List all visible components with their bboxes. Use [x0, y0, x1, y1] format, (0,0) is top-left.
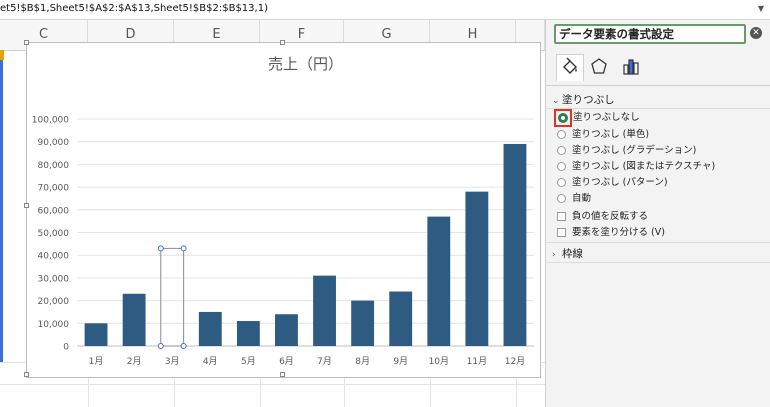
option-gradient-fill[interactable]: 塗りつぶし (グラデーション): [557, 144, 696, 158]
section-fill[interactable]: ⌄ 塗りつぶし: [552, 92, 615, 107]
checkbox-vary-colors-label: 要素を塗り分ける (V): [572, 227, 665, 238]
checkbox[interactable]: [557, 212, 566, 221]
y-tick-label: 70,000: [38, 184, 70, 194]
chevron-down-icon: ⌄: [552, 96, 560, 106]
x-tick-label: 11月: [467, 356, 487, 367]
selection-marker: [0, 50, 4, 60]
section-fill-label: 塗りつぶし: [562, 94, 615, 106]
formula-text[interactable]: et5!$B$1,Sheet5!$A$2:$A$13,Sheet5!$B$2:$…: [0, 3, 268, 14]
y-tick-label: 100,000: [32, 116, 69, 126]
checkbox[interactable]: [557, 228, 566, 237]
option-automatic[interactable]: 自動: [557, 192, 591, 206]
option-no-fill[interactable]: 塗りつぶしなし: [573, 111, 640, 125]
x-tick-label: 9月: [393, 356, 408, 367]
checkbox-invert-negative[interactable]: 負の値を反転する: [557, 210, 648, 224]
y-tick-label: 10,000: [38, 320, 70, 330]
x-tick-label: 4月: [203, 356, 218, 367]
option-automatic-label: 自動: [572, 193, 592, 204]
option-pattern-fill-label: 塗りつぶし (パターン): [572, 177, 668, 188]
bar[interactable]: [84, 323, 108, 346]
x-tick-label: 2月: [127, 356, 142, 367]
bar[interactable]: [351, 300, 375, 346]
formula-expand-icon[interactable]: ▼: [758, 4, 764, 13]
y-tick-label: 30,000: [38, 274, 70, 284]
resize-handle[interactable]: [280, 40, 285, 45]
radio-selected[interactable]: [558, 113, 568, 123]
resize-handle[interactable]: [24, 203, 29, 208]
x-tick-label: 5月: [241, 356, 256, 367]
selection-handle[interactable]: [157, 245, 164, 252]
y-tick-label: 80,000: [38, 161, 70, 171]
y-tick-label: 20,000: [38, 297, 70, 307]
option-solid-fill[interactable]: 塗りつぶし (単色): [557, 128, 649, 142]
chart-object[interactable]: 売上（円） 0 10,000 20,000 30,000 40,000 50,000 60,0…: [24, 40, 541, 378]
tab-series-options[interactable]: [618, 54, 644, 80]
section-divider: [546, 108, 770, 109]
bar[interactable]: [427, 216, 451, 346]
radio-button[interactable]: [557, 162, 566, 171]
tab-fill-line[interactable]: [556, 54, 584, 81]
y-tick-label: 0: [63, 343, 69, 353]
selection-handle[interactable]: [180, 343, 187, 349]
resize-handle[interactable]: [24, 372, 29, 377]
bar[interactable]: [313, 275, 336, 346]
bar[interactable]: [389, 291, 413, 346]
x-tick-label: 3月: [165, 356, 180, 367]
y-tick-label: 60,000: [38, 206, 70, 216]
tab-effects[interactable]: [586, 54, 612, 80]
chart-title: 売上（円）: [268, 55, 343, 73]
section-border-label: 枠線: [562, 248, 583, 260]
paint-bucket-icon: [563, 57, 577, 74]
y-tick-label: 50,000: [38, 229, 70, 239]
x-tick-label: 6月: [279, 356, 294, 367]
bar-chart-icon: [623, 59, 639, 75]
checkbox-invert-negative-label: 負の値を反転する: [572, 211, 649, 222]
y-tick-label: 90,000: [38, 138, 70, 148]
radio-button[interactable]: [557, 146, 566, 155]
option-no-fill-label: 塗りつぶしなし: [573, 112, 640, 123]
tab-divider: [546, 85, 770, 86]
bar[interactable]: [122, 293, 146, 346]
radio-button[interactable]: [557, 130, 566, 139]
grid-line: [0, 384, 545, 385]
bar-chart[interactable]: 売上（円） 0 10,000 20,000 30,000 40,000 50,000 60,0…: [27, 43, 540, 377]
selection-edge: [0, 50, 3, 362]
resize-handle[interactable]: [24, 40, 29, 45]
radio-button[interactable]: [557, 178, 566, 187]
radio-button[interactable]: [557, 194, 566, 203]
resize-handle[interactable]: [280, 372, 285, 377]
y-tick-label: 40,000: [38, 252, 70, 262]
option-picture-fill-label: 塗りつぶし (図またはテクスチャ): [572, 161, 716, 172]
bar[interactable]: [275, 314, 298, 346]
x-tick-label: 12月: [505, 356, 525, 367]
selection-handle[interactable]: [180, 245, 187, 252]
bar[interactable]: [465, 191, 489, 346]
pentagon-icon: [591, 58, 607, 74]
checkbox-vary-colors[interactable]: 要素を塗り分ける (V): [557, 226, 665, 240]
chevron-right-icon: ›: [552, 250, 556, 260]
bar[interactable]: [198, 311, 222, 346]
option-gradient-fill-label: 塗りつぶし (グラデーション): [572, 145, 697, 156]
section-divider: [546, 242, 770, 243]
section-border[interactable]: › 枠線: [552, 246, 583, 261]
pane-title: データ要素の書式設定: [554, 24, 746, 44]
option-solid-fill-label: 塗りつぶし (単色): [572, 129, 650, 140]
bar[interactable]: [503, 143, 527, 346]
format-data-point-pane: データ要素の書式設定 ✕ ⌄ 塗りつぶし 塗りつぶしなし 塗りつぶし (単色) 塗…: [545, 20, 770, 407]
section-divider: [546, 262, 770, 263]
option-picture-fill[interactable]: 塗りつぶし (図またはテクスチャ): [557, 160, 715, 174]
x-tick-label: 7月: [317, 356, 332, 367]
bar[interactable]: [236, 321, 260, 346]
close-icon[interactable]: ✕: [750, 27, 762, 39]
x-tick-label: 10月: [429, 356, 449, 367]
selection-handle[interactable]: [157, 343, 164, 349]
bar-selected[interactable]: [160, 247, 185, 347]
option-pattern-fill[interactable]: 塗りつぶし (パターン): [557, 176, 668, 190]
x-tick-label: 8月: [355, 356, 370, 367]
x-tick-label: 1月: [89, 356, 104, 367]
formula-bar[interactable]: et5!$B$1,Sheet5!$A$2:$A$13,Sheet5!$B$2:$…: [0, 0, 770, 20]
